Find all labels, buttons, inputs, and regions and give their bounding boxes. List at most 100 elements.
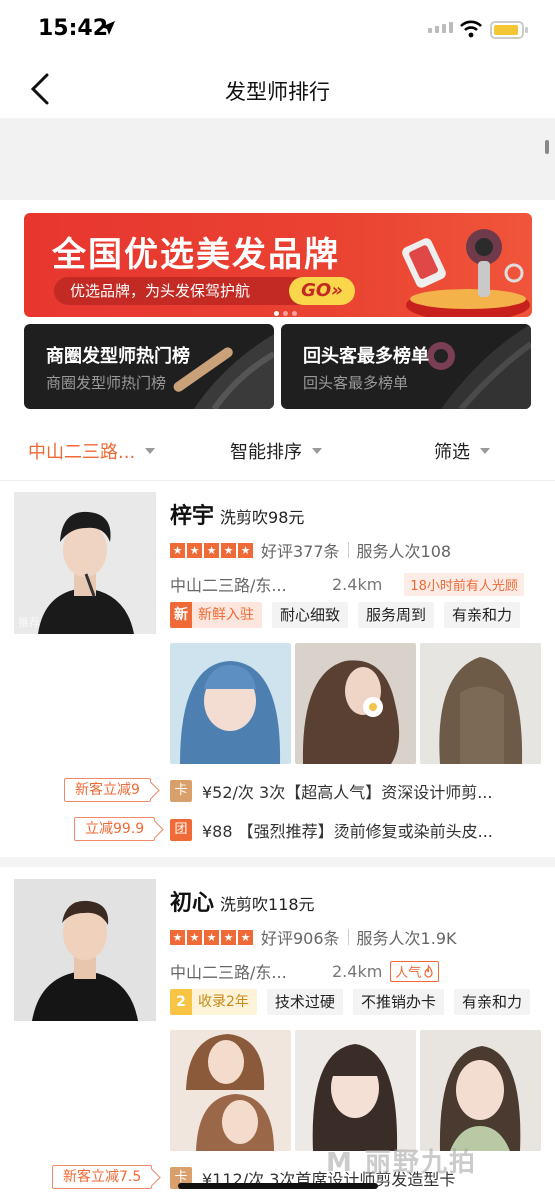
stylist-stats: ★ ★ ★ ★ ★ 好评906条 服务人次1.9K — [170, 925, 457, 949]
star-icon: ★ — [170, 542, 185, 558]
work-photo[interactable] — [420, 1030, 541, 1151]
years-badge-label: 收录2年 — [192, 989, 257, 1015]
stylist-price: 洗剪吹98元 — [220, 508, 305, 527]
scroll-indicator — [545, 140, 549, 154]
stylist-tag: 服务周到 — [358, 602, 435, 628]
filter-bar: 中山二三路... 智能排序 筛选 — [0, 420, 555, 480]
dropdown-arrow-icon — [312, 448, 322, 454]
promo-banner[interactable]: 全国优选美发品牌 优选品牌，为头发保驾护航 GO» — [24, 213, 532, 317]
watermark-logo: M 丽野九拍 — [326, 1148, 477, 1178]
rank-card-title: 回头客最多榜单 — [303, 346, 429, 367]
star-icon: ★ — [204, 929, 219, 945]
sort-filter[interactable]: 智能排序 — [230, 438, 322, 464]
group-buy-icon: 团 — [170, 819, 192, 841]
stylist-distance: 2.4km — [332, 961, 383, 981]
wifi-icon — [460, 20, 482, 38]
rating-stars: ★ ★ ★ ★ ★ — [170, 542, 253, 558]
screen-filter[interactable]: 筛选 — [434, 438, 490, 464]
stylist-tag: 技术过硬 — [266, 989, 343, 1015]
recent-visit-badge: 18小时前有人光顾 — [404, 572, 524, 596]
star-icon: ★ — [238, 929, 253, 945]
stylist-tag: 耐心细致 — [272, 602, 349, 628]
review-count: 好评377条 — [261, 542, 340, 561]
stylist-stats: ★ ★ ★ ★ ★ 好评377条 服务人次108 — [170, 538, 451, 562]
hair-dryer-illustration — [427, 324, 531, 409]
stylist-name-row: 初心 洗剪吹118元 — [170, 885, 315, 917]
served-count: 服务人次108 — [356, 542, 452, 561]
new-badge-key: 新 — [170, 602, 192, 628]
flame-icon — [424, 964, 433, 978]
star-icon: ★ — [204, 542, 219, 558]
status-bar: 15:42 — [0, 0, 555, 60]
star-icon: ★ — [187, 929, 202, 945]
banner-title: 全国优选美发品牌 — [52, 235, 340, 275]
battery-icon — [490, 21, 528, 39]
screen-filter-label: 筛选 — [434, 442, 470, 463]
new-badge: 新 新鲜入驻 — [170, 602, 262, 628]
popular-badge-label: 人气 — [395, 965, 422, 981]
popular-badge: 人气 — [390, 960, 440, 982]
deal-text: ¥88 【强烈推荐】烫前修复或染前头皮... — [202, 822, 493, 841]
stylist-tags: 新 新鲜入驻 耐心细致 服务周到 有亲和力 — [170, 602, 521, 628]
stylist-name: 初心 — [170, 891, 215, 916]
work-photo[interactable] — [420, 643, 541, 764]
review-count: 好评906条 — [261, 929, 340, 948]
work-gallery — [170, 1030, 541, 1151]
coupon-tag: 新客立减9 — [64, 778, 151, 802]
stylist-name: 梓宇 — [170, 504, 215, 529]
coupon-tag: 新客立减7.5 — [52, 1165, 153, 1189]
rank-card-subtitle: 商圈发型师热门榜 — [46, 374, 167, 392]
deal-text: ¥52/次 3次【超高人气】资深设计师剪... — [202, 783, 493, 802]
status-time: 15:42 — [38, 16, 109, 41]
work-photo[interactable] — [295, 643, 416, 764]
rank-card-hot-stylists[interactable]: 商圈发型师热门榜 商圈发型师热门榜 — [24, 324, 274, 409]
stylist-location: 中山二三路/东... 2.4km 人气 — [170, 959, 440, 983]
location-filter[interactable]: 中山二三路... — [28, 438, 156, 464]
served-count: 服务人次1.9K — [356, 929, 457, 948]
stylist-address: 中山二三路/东... — [170, 576, 287, 595]
rank-card-returning-customers[interactable]: 回头客最多榜单 回头客最多榜单 — [281, 324, 531, 409]
card-icon: 卡 — [170, 780, 192, 802]
rating-stars: ★ ★ ★ ★ ★ — [170, 929, 253, 945]
dropdown-arrow-icon — [145, 448, 156, 454]
location-filter-label: 中山二三路... — [28, 442, 136, 463]
section-divider — [0, 857, 555, 867]
star-icon: ★ — [221, 929, 236, 945]
deal-row[interactable]: 立减99.9 团 ¥88 【强烈推荐】烫前修复或染前头皮... — [0, 817, 555, 847]
location-arrow-icon — [101, 21, 115, 35]
star-icon: ★ — [238, 542, 253, 558]
star-icon: ★ — [170, 929, 185, 945]
stylist-name-row: 梓宇 洗剪吹98元 — [170, 498, 304, 530]
work-photo[interactable] — [295, 1030, 416, 1151]
page-title: 发型师排行 — [225, 80, 330, 104]
star-icon: ★ — [221, 542, 236, 558]
years-badge-key: 2 — [170, 989, 192, 1015]
divider — [0, 480, 555, 481]
avatar — [14, 879, 156, 1021]
coupon-tag: 立减99.9 — [74, 817, 156, 841]
dropdown-arrow-icon — [480, 448, 490, 454]
star-icon: ★ — [187, 542, 202, 558]
rank-card-title: 商圈发型师热门榜 — [46, 346, 190, 367]
avatar-watermark: 推荐 — [18, 616, 40, 629]
home-indicator[interactable] — [178, 1183, 378, 1189]
stylist-distance: 2.4km — [332, 574, 383, 594]
work-photo[interactable] — [170, 643, 291, 764]
stylist-tag: 不推销办卡 — [352, 989, 444, 1015]
sort-filter-label: 智能排序 — [230, 442, 302, 463]
ad-placeholder — [0, 118, 555, 200]
deal-row[interactable]: 新客立减9 卡 ¥52/次 3次【超高人气】资深设计师剪... — [0, 778, 555, 808]
stylist-tag: 有亲和力 — [453, 989, 530, 1015]
rank-card-subtitle: 回头客最多榜单 — [303, 374, 409, 392]
banner-pagination — [274, 311, 297, 316]
years-badge: 2 收录2年 — [170, 989, 257, 1015]
banner-go-button[interactable]: GO» — [289, 277, 355, 305]
cellular-signal-icon — [428, 22, 453, 33]
stylist-tag: 有亲和力 — [444, 602, 521, 628]
stylist-location: 中山二三路/东... 2.4km 18小时前有人光顾 — [170, 572, 524, 596]
work-photo[interactable] — [170, 1030, 291, 1151]
avatar: 推荐 — [14, 492, 156, 634]
stylist-address: 中山二三路/东... — [170, 963, 287, 982]
hair-tools-illustration — [402, 229, 530, 317]
nav-bar: 发型师排行 — [0, 60, 555, 118]
